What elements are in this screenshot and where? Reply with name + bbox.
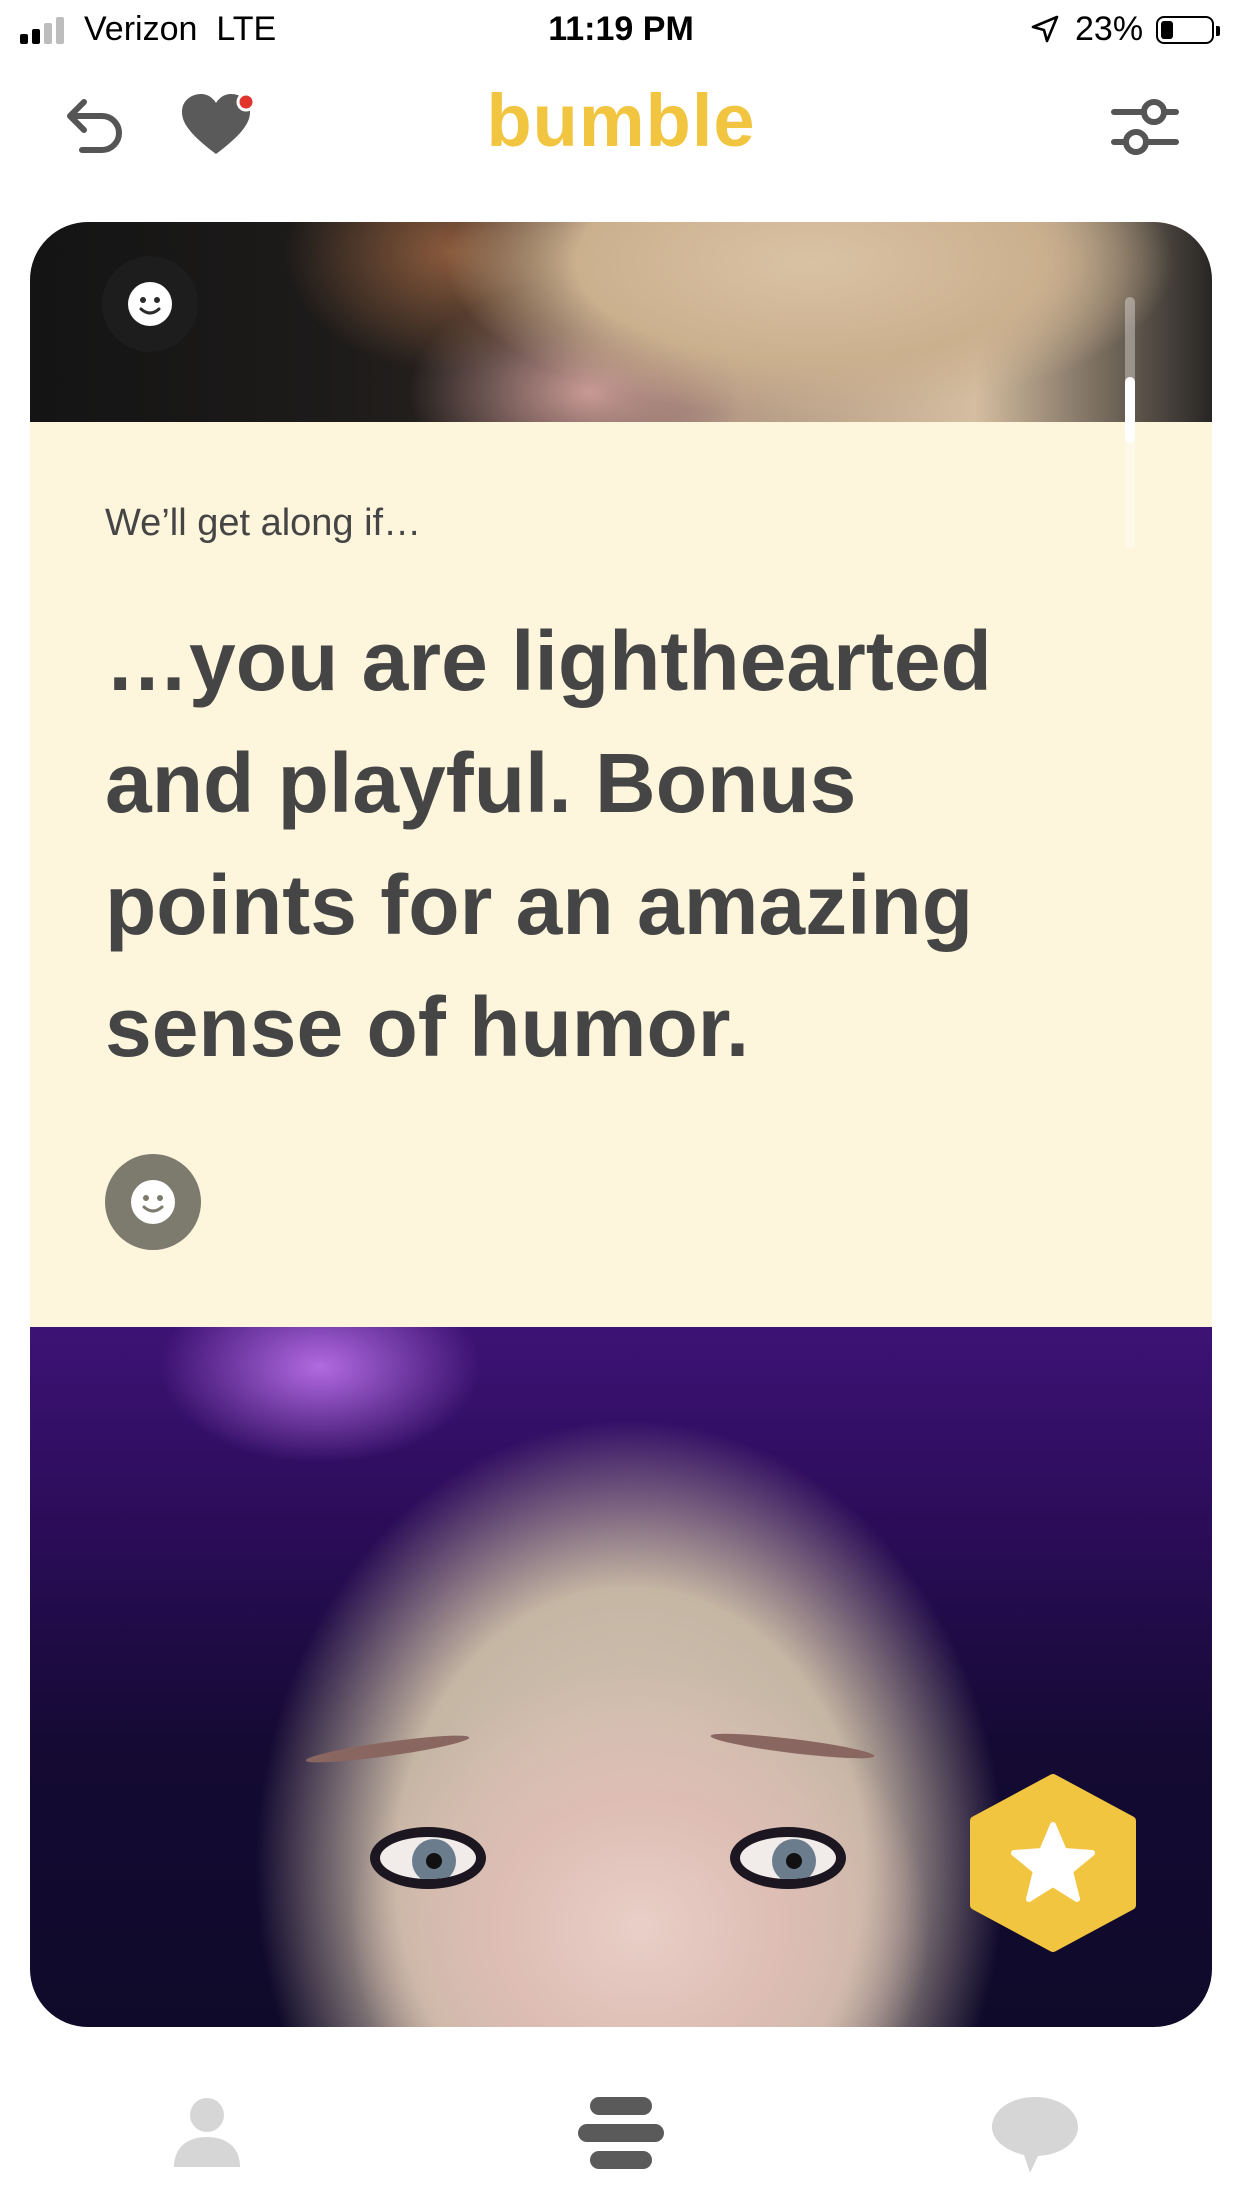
photo-detail xyxy=(730,1827,846,1889)
profile-card[interactable]: We’ll get along if… …you are lighthearte… xyxy=(30,222,1212,2027)
sliders-icon[interactable] xyxy=(1110,96,1180,160)
photo-reaction-button[interactable] xyxy=(102,256,198,352)
smiley-face-icon xyxy=(128,282,172,326)
photo-detail xyxy=(370,1827,486,1889)
superswipe-button[interactable] xyxy=(965,1773,1141,1953)
chat-bubble-icon[interactable] xyxy=(990,2095,1080,2177)
photo-detail xyxy=(304,1730,471,1768)
prompt-label: We’ll get along if… xyxy=(105,502,422,544)
profile-icon[interactable] xyxy=(170,2095,244,2171)
photo-detail xyxy=(709,1728,876,1764)
prompt-reaction-button[interactable] xyxy=(105,1154,201,1250)
prompt-answer: …you are lighthearted and playful. Bonus… xyxy=(105,614,992,1074)
smiley-face-icon xyxy=(131,1180,175,1224)
people-stack-icon[interactable] xyxy=(576,2095,666,2171)
card-scrollbar[interactable] xyxy=(1125,297,1135,549)
profile-photo-top xyxy=(30,222,1212,422)
battery-icon xyxy=(1156,16,1220,44)
app-logo: bumble xyxy=(486,79,756,162)
battery-percent: 23% xyxy=(1075,10,1144,48)
status-bar: Verizon LTE 11:19 PM 23% xyxy=(0,0,1242,62)
location-arrow-icon xyxy=(1031,15,1059,43)
